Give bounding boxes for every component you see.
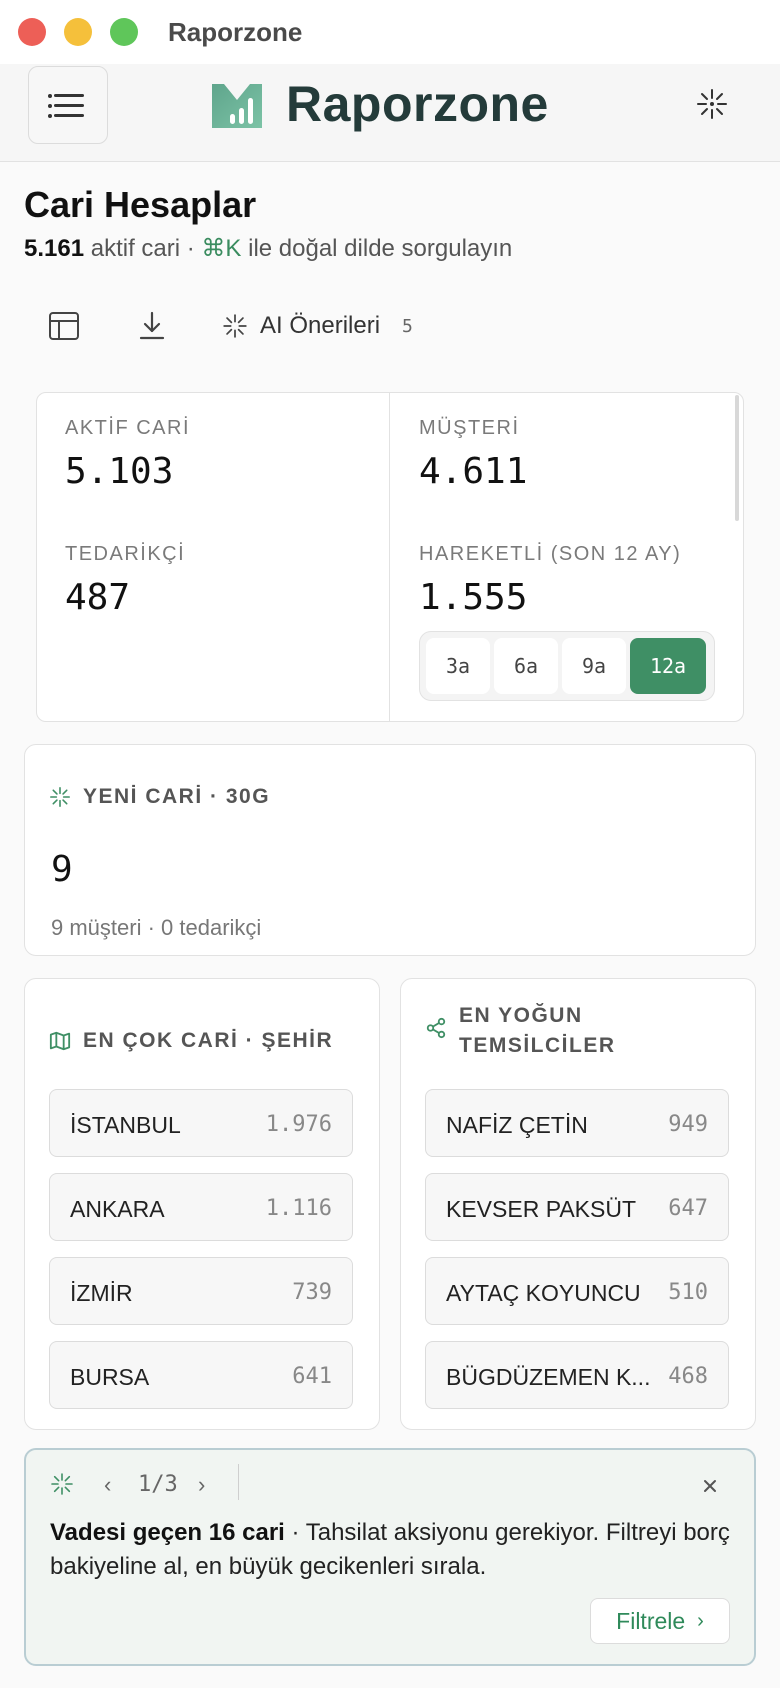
sparkle-icon[interactable] [694, 86, 730, 122]
range-selector: 3a 6a 9a 12a [419, 631, 715, 701]
sparkle-icon [223, 314, 247, 338]
chevron-right-icon: › [697, 1609, 704, 1632]
hareketli-value: 1.555 [419, 577, 528, 618]
app-name: Raporzone [286, 76, 549, 132]
aktif-cari-label: AKTİF CARİ [65, 417, 191, 439]
ai-suggestions-button[interactable]: AI Önerileri 5 [222, 306, 413, 346]
table-icon[interactable] [46, 308, 82, 344]
subtitle-end: ile doğal dilde sorgulayın [241, 235, 513, 262]
prev-suggestion-button[interactable]: ‹ [104, 1472, 111, 1498]
cities-header: EN ÇOK CARİ · ŞEHİR [49, 1029, 333, 1053]
page-title: Cari Hesaplar [24, 184, 257, 225]
subtitle-mid: aktif cari · [84, 235, 202, 262]
city-count: 641 [292, 1364, 332, 1389]
tedarikci-value: 487 [65, 577, 131, 618]
new-cari-card: YENİ CARİ · 30G 9 9 müşteri · 0 tedarikç… [24, 744, 756, 956]
suggestion-separator [238, 1464, 239, 1500]
new-cari-detail: 9 müşteri · 0 tedarikçi [51, 915, 262, 940]
stats-scrollbar[interactable] [735, 395, 739, 521]
tedarikci-label: TEDARİKÇİ [65, 543, 186, 565]
menu-icon-line [48, 113, 84, 118]
aktif-cari-value: 5.103 [65, 451, 174, 492]
city-count: 739 [292, 1280, 332, 1305]
rep-count: 510 [668, 1280, 708, 1305]
list-item[interactable]: AYTAÇ KOYUNCU 510 [425, 1257, 729, 1325]
shortcut-hint[interactable]: ⌘K [201, 235, 241, 262]
rep-name: AYTAÇ KOYUNCU [446, 1280, 641, 1306]
suggestion-pager: 1/3 [138, 1472, 178, 1497]
reps-card: EN YOĞUN TEMSİLCİLER NAFİZ ÇETİN 949 KEVS… [400, 978, 756, 1430]
ai-suggestions-count: 5 [402, 315, 413, 337]
app-header: Raporzone [0, 64, 780, 162]
logo-icon [212, 84, 262, 128]
ai-suggestions-label: AI Önerileri [260, 312, 381, 339]
new-cari-header: YENİ CARİ · 30G [49, 785, 270, 809]
cities-title: EN ÇOK CARİ · ŞEHİR [83, 1029, 334, 1052]
suggestion-bold: Vadesi geçen 16 cari [50, 1519, 285, 1546]
rep-name: BÜGDÜZEMEN K... [446, 1364, 651, 1390]
rep-name: NAFİZ ÇETİN [446, 1112, 588, 1138]
city-name: İSTANBUL [70, 1112, 181, 1138]
map-icon [49, 1031, 71, 1051]
list-item[interactable]: BÜGDÜZEMEN K... 468 [425, 1341, 729, 1409]
musteri-value: 4.611 [419, 451, 528, 492]
next-suggestion-button[interactable]: › [198, 1472, 205, 1498]
suggestion-banner: ‹ 1/3 › Vadesi geçen 16 cari · Tahsilat … [24, 1448, 756, 1666]
list-item[interactable]: BURSA 641 [49, 1341, 353, 1409]
share-icon [426, 1017, 446, 1039]
city-count: 1.116 [265, 1196, 332, 1221]
hareketli-label: HAREKETLİ (SON 12 AY) [419, 543, 682, 565]
range-6a-button[interactable]: 6a [494, 638, 558, 694]
new-cari-title: YENİ CARİ · 30G [83, 785, 271, 808]
suggestion-text: Vadesi geçen 16 cari · Tahsilat aksiyonu… [50, 1516, 740, 1584]
list-item[interactable]: ANKARA 1.116 [49, 1173, 353, 1241]
list-item[interactable]: KEVSER PAKSÜT 647 [425, 1173, 729, 1241]
city-name: ANKARA [70, 1196, 165, 1222]
sparkle-icon [51, 1473, 73, 1495]
list-item[interactable]: NAFİZ ÇETİN 949 [425, 1089, 729, 1157]
minimize-window-button[interactable] [64, 18, 92, 46]
zoom-window-button[interactable] [110, 18, 138, 46]
close-window-button[interactable] [18, 18, 46, 46]
active-count: 5.161 [24, 235, 85, 262]
menu-icon-line [48, 103, 84, 108]
menu-icon [48, 93, 84, 98]
reps-title-line1: EN YOĞUN [459, 1004, 583, 1027]
stats-divider [389, 393, 390, 721]
window-titlebar: Raporzone [0, 0, 780, 64]
close-icon[interactable] [702, 1478, 718, 1494]
menu-button[interactable] [28, 66, 108, 144]
range-9a-button[interactable]: 9a [562, 638, 626, 694]
page-subtitle: 5.161 aktif cari · ⌘K ile doğal dilde so… [24, 234, 512, 263]
range-12a-button[interactable]: 12a [630, 638, 706, 694]
filter-button-label: Filtrele [616, 1607, 686, 1634]
reps-header: EN YOĞUN TEMSİLCİLER [425, 1001, 616, 1061]
city-count: 1.976 [265, 1112, 332, 1137]
cities-card: EN ÇOK CARİ · ŞEHİR İSTANBUL 1.976 ANKAR… [24, 978, 380, 1430]
reps-title-line2: TEMSİLCİLER [459, 1034, 616, 1057]
range-3a-button[interactable]: 3a [426, 638, 490, 694]
filter-button[interactable]: Filtrele › [590, 1598, 730, 1644]
rep-count: 468 [668, 1364, 708, 1389]
new-cari-value: 9 [51, 849, 73, 890]
brand-logo[interactable]: Raporzone [210, 76, 549, 132]
rep-name: KEVSER PAKSÜT [446, 1196, 637, 1222]
list-item[interactable]: İSTANBUL 1.976 [49, 1089, 353, 1157]
list-item[interactable]: İZMİR 739 [49, 1257, 353, 1325]
rep-count: 647 [668, 1196, 708, 1221]
window-title: Raporzone [168, 17, 303, 47]
city-name: BURSA [70, 1364, 150, 1390]
city-name: İZMİR [70, 1280, 133, 1306]
reps-title: EN YOĞUN TEMSİLCİLER [459, 1001, 616, 1061]
stats-card: AKTİF CARİ 5.103 MÜŞTERİ 4.611 TEDARİKÇİ… [36, 392, 744, 722]
musteri-label: MÜŞTERİ [419, 417, 520, 439]
sparkle-icon [50, 787, 70, 807]
download-icon[interactable] [134, 308, 170, 344]
rep-count: 949 [668, 1112, 708, 1137]
